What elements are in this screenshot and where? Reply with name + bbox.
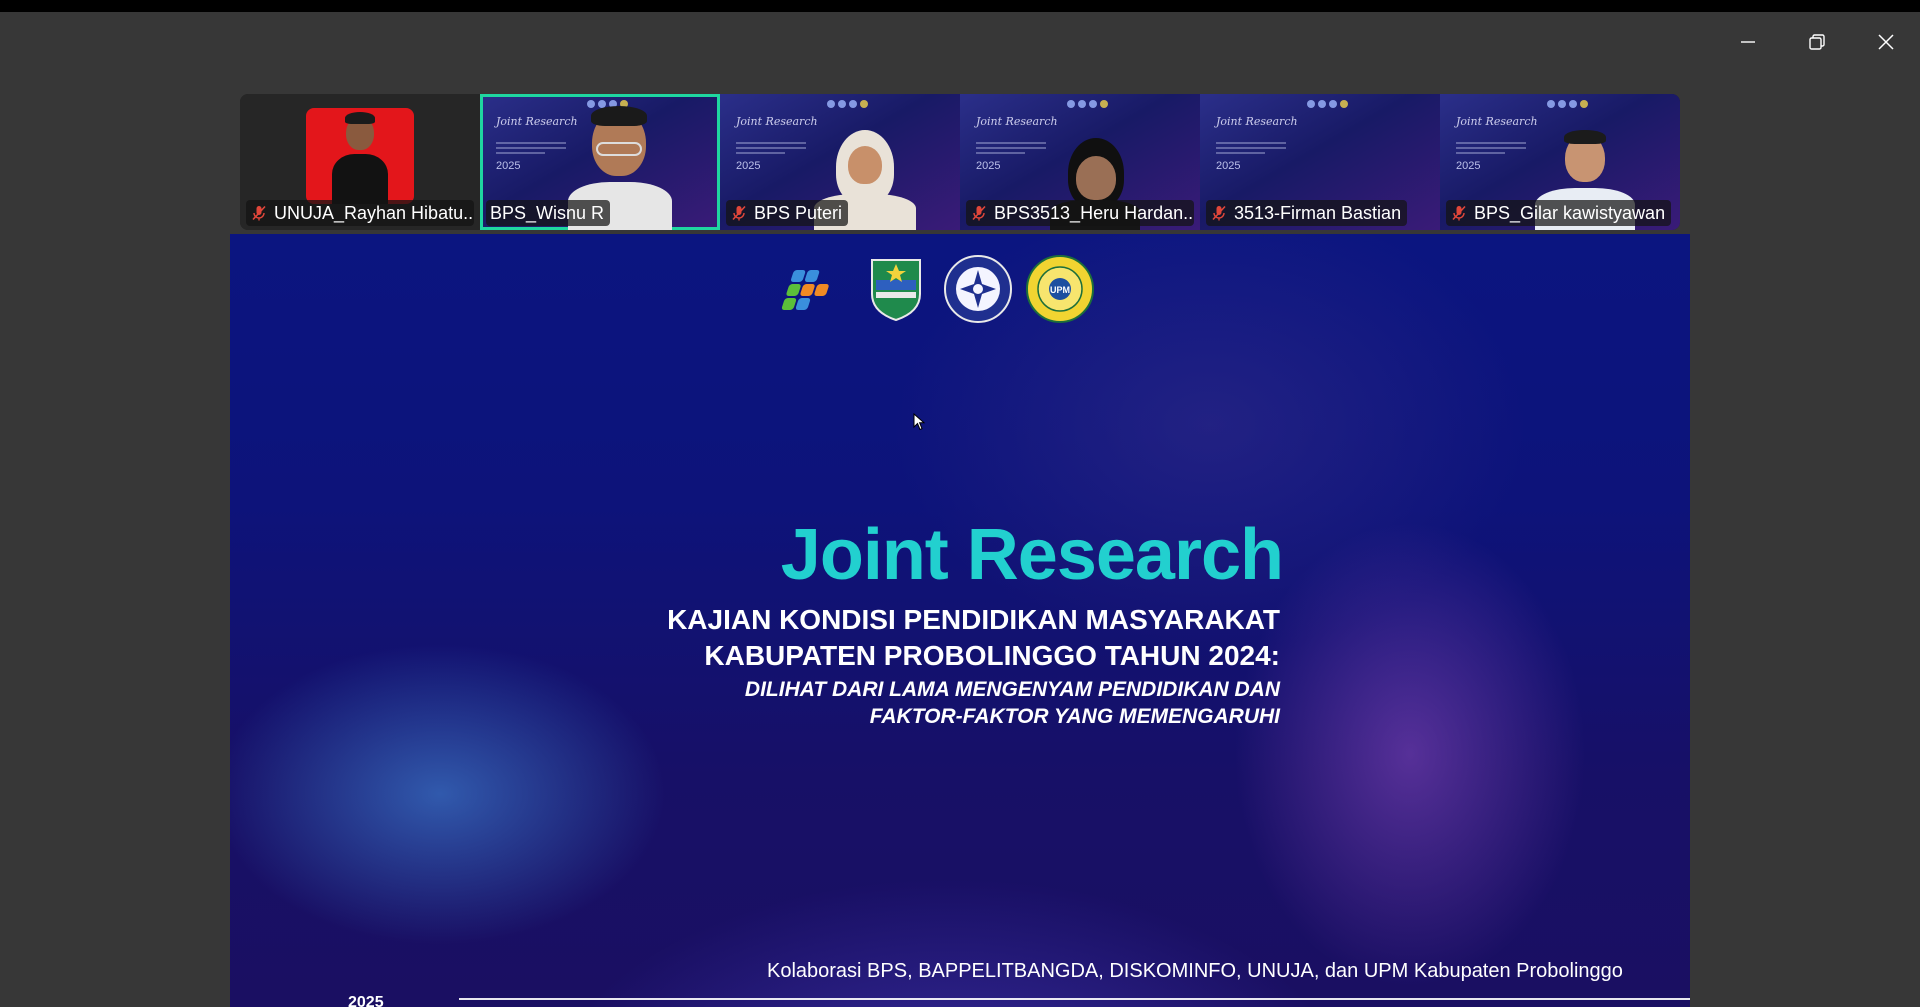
mic-off-icon	[1452, 205, 1466, 221]
mouse-cursor-icon	[913, 413, 925, 431]
thumbnail-slide-year: 2025	[736, 160, 761, 172]
probolinggo-regency-crest	[871, 259, 921, 322]
participant-name: BPS_Gilar kawistyawan	[1474, 202, 1666, 223]
thumbnail-slide-subtitle	[496, 142, 566, 157]
minimize-button[interactable]	[1713, 12, 1782, 72]
participant-name-tag: 3513-Firman Bastian	[1206, 200, 1408, 226]
participant-tile[interactable]: Joint Research 2025 BPS Puteri	[720, 94, 960, 230]
participant-name: BPS Puteri	[754, 202, 843, 223]
svg-text:UPM: UPM	[1050, 285, 1070, 295]
participant-name-tag: BPS3513_Heru Hardan...	[966, 200, 1194, 226]
thumbnail-slide-year: 2025	[496, 160, 521, 172]
participant-video	[306, 108, 414, 204]
top-bar	[0, 0, 1920, 12]
thumbnail-slide-subtitle	[736, 142, 806, 157]
slide-logos-thumbnail	[1307, 100, 1348, 108]
slide-subheading-line-2: FAKTOR-FAKTOR YANG MEMENGARUHI	[869, 705, 1280, 728]
thumbnail-slide-title: Joint Research	[736, 115, 818, 128]
minimize-icon	[1740, 41, 1755, 43]
close-icon	[1877, 34, 1894, 50]
thumbnail-slide-title: Joint Research	[1216, 115, 1298, 128]
thumbnail-slide-year: 2025	[1456, 160, 1481, 172]
slide-year: 2025	[348, 994, 384, 1007]
participant-strip: UNUJA_Rayhan Hibatu... Joint Research 20…	[240, 94, 1680, 230]
mic-off-icon	[1212, 205, 1226, 221]
restore-button[interactable]	[1782, 12, 1851, 72]
participant-name: BPS3513_Heru Hardan...	[994, 202, 1194, 223]
slide-heading: KAJIAN KONDISI PENDIDIKAN MASYARAKAT KAB…	[667, 602, 1280, 674]
thumbnail-slide-subtitle	[1456, 142, 1526, 157]
restore-icon	[1808, 34, 1825, 50]
participant-tile[interactable]: Joint Research 2025 BPS_Gilar kawistyawa…	[1440, 94, 1680, 230]
thumbnail-slide-subtitle	[1216, 142, 1286, 157]
participant-name-tag: BPS_Gilar kawistyawan	[1446, 200, 1672, 226]
thumbnail-slide-year: 2025	[1216, 160, 1241, 172]
participant-name-tag: BPS Puteri	[726, 200, 849, 226]
participant-tile[interactable]: Joint Research 2025 3513-Firman Bastian	[1200, 94, 1440, 230]
participant-name-tag: UNUJA_Rayhan Hibatu...	[246, 200, 474, 226]
close-button[interactable]	[1851, 12, 1920, 72]
slide-footer: Kolaborasi BPS, BAPPELITBANGDA, DISKOMIN…	[767, 960, 1623, 982]
thumbnail-slide-title: Joint Research	[1456, 115, 1538, 128]
mic-off-icon	[972, 205, 986, 221]
slide-divider	[459, 998, 1690, 1000]
participant-tile[interactable]: Joint Research 2025 BPS3513_Heru Hardan.…	[960, 94, 1200, 230]
thumbnail-slide-subtitle	[976, 142, 1046, 157]
upm-seal: UPM	[1026, 255, 1094, 323]
slide-subheading-line-1: DILIHAT DARI LAMA MENGENYAM PENDIDIKAN D…	[744, 678, 1280, 701]
slide-title: Joint Research	[780, 515, 1284, 595]
slide-logos: UPM	[778, 254, 1096, 324]
participant-tile[interactable]: UNUJA_Rayhan Hibatu...	[240, 94, 480, 230]
mic-off-icon	[252, 205, 266, 221]
slide-heading-line-1: KAJIAN KONDISI PENDIDIKAN MASYARAKAT	[667, 604, 1280, 635]
participant-name: BPS_Wisnu R	[490, 202, 605, 223]
shared-screen-slide: UPM Joint Research KAJIAN KONDISI PENDID…	[230, 234, 1690, 1007]
window-controls	[1713, 12, 1920, 72]
participant-name: UNUJA_Rayhan Hibatu...	[274, 202, 474, 223]
slide-subheading: DILIHAT DARI LAMA MENGENYAM PENDIDIKAN D…	[745, 676, 1280, 730]
bps-logo	[781, 270, 829, 310]
participant-name: 3513-Firman Bastian	[1234, 202, 1402, 223]
participant-name-tag: BPS_Wisnu R	[486, 200, 611, 226]
unuja-seal	[944, 255, 1012, 323]
mic-off-icon	[732, 205, 746, 221]
slide-heading-line-2: KABUPATEN PROBOLINGGO TAHUN 2024:	[704, 640, 1280, 671]
thumbnail-slide-year: 2025	[976, 160, 1001, 172]
participant-tile-active-speaker[interactable]: Joint Research 2025 BPS_Wisnu R	[480, 94, 720, 230]
